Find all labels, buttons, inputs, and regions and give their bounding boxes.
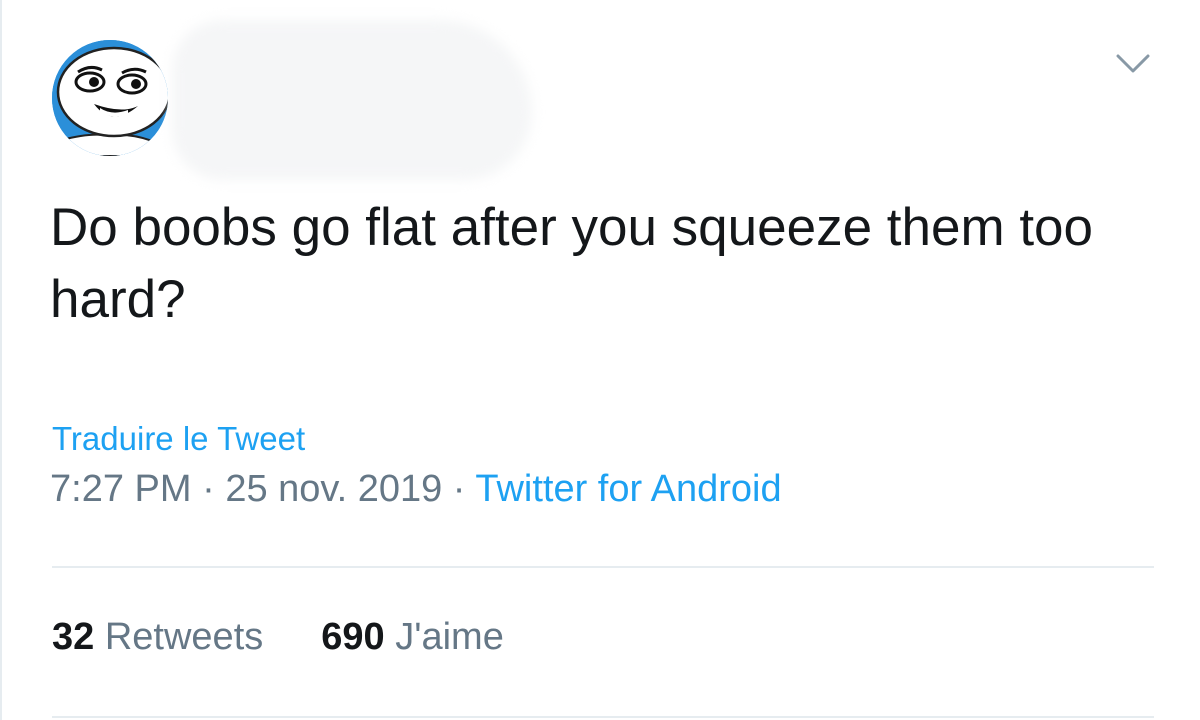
tweet-text: Do boobs go flat after you squeeze them … <box>50 198 1093 329</box>
tweet-date[interactable]: 25 nov. 2019 <box>225 468 442 510</box>
tweet-time[interactable]: 7:27 PM <box>50 468 192 510</box>
tweet-meta: 7:27 PM · 25 nov. 2019 · Twitter for And… <box>50 468 782 511</box>
avatar[interactable] <box>52 40 168 156</box>
likes-stat[interactable]: 690 J'aime <box>321 616 504 658</box>
likes-label: J'aime <box>395 616 504 658</box>
retweets-label: Retweets <box>104 616 264 658</box>
meta-separator: · <box>442 468 476 510</box>
redacted-username <box>172 20 532 180</box>
retweets-stat[interactable]: 32 Retweets <box>52 616 263 658</box>
retweets-count: 32 <box>52 616 95 658</box>
divider <box>52 716 1154 718</box>
tweet-card: Do boobs go flat after you squeeze them … <box>0 0 1200 720</box>
likes-count: 690 <box>321 616 385 658</box>
divider <box>52 566 1154 568</box>
meta-separator: · <box>191 468 226 510</box>
tweet-stats: 32 Retweets 690 J'aime <box>52 616 504 659</box>
chevron-down-icon[interactable] <box>1114 48 1152 78</box>
meme-face-icon <box>52 40 168 156</box>
translate-link[interactable]: Traduire le Tweet <box>52 420 305 458</box>
tweet-source[interactable]: Twitter for Android <box>475 468 781 510</box>
